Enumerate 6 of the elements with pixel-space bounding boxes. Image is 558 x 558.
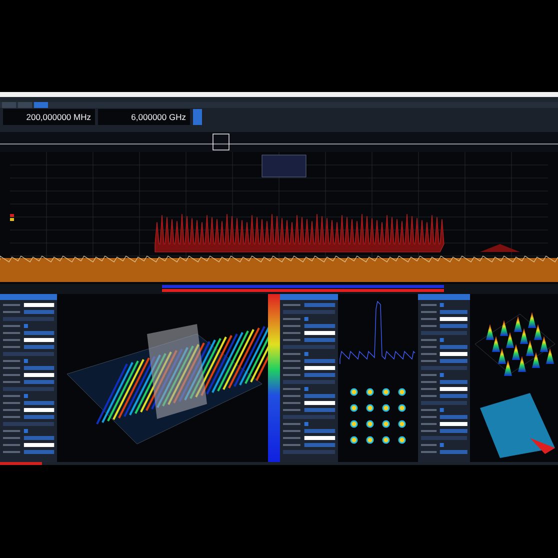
tab[interactable] (34, 102, 48, 108)
tab[interactable] (18, 102, 32, 108)
stop-frequency-field[interactable]: 6,000000 GHz (98, 109, 190, 125)
tab[interactable] (2, 102, 16, 108)
mode-button[interactable] (193, 109, 202, 125)
start-frequency-field[interactable]: 200,000000 MHz (3, 109, 95, 125)
